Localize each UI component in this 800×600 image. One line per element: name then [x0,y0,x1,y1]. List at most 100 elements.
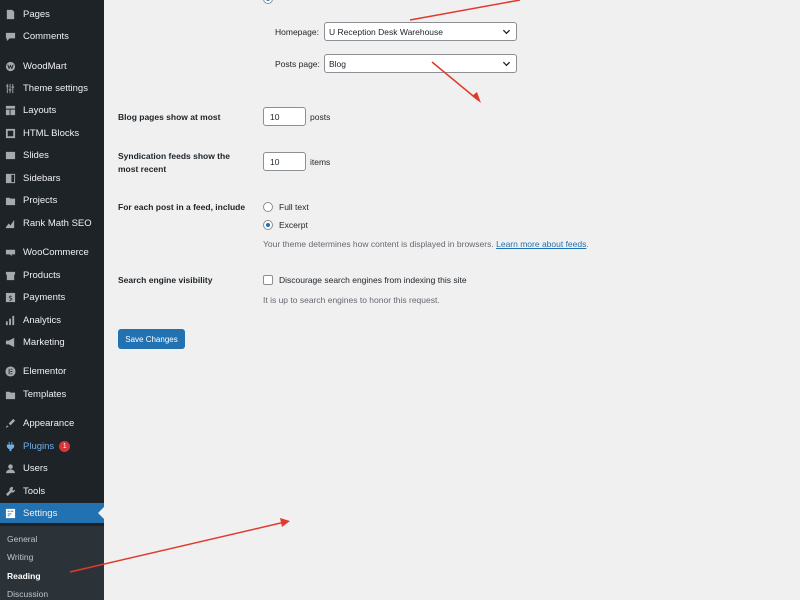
settings-submenu: General Writing Reading Discussion [0,526,104,600]
posts-page-select[interactable]: Blog [324,54,517,73]
plugins-icon [5,441,16,452]
settings-icon [5,508,16,519]
syndication-unit: items [310,157,331,167]
sidebar-item-tools[interactable]: Tools [0,481,104,501]
sidebar-item-label: Pages [23,8,50,20]
sidebar-item-projects[interactable]: Projects [0,190,104,210]
admin-sidebar: Pages Comments WoodMart Theme settings L… [0,0,104,600]
feed-description-period: . [586,239,589,249]
excerpt-radio[interactable] [263,220,273,230]
sidebar-item-label: Elementor [23,365,67,377]
full-text-label: Full text [279,202,309,212]
sidebar-item-label: Payments [23,291,66,303]
sidebar-item-label: Analytics [23,314,62,326]
blog-pages-label: Blog pages show at most [118,112,221,122]
sidebar-item-label: Products [23,269,61,281]
sidebar-item-label: Layouts [23,104,57,116]
submenu-item-writing[interactable]: Writing [7,552,33,562]
html-blocks-icon [5,128,16,139]
full-text-radio[interactable] [263,202,273,212]
marketing-icon [5,337,16,348]
sidebar-item-products[interactable]: Products [0,265,104,285]
sidebar-item-users[interactable]: Users [0,458,104,478]
layouts-icon [5,105,16,116]
sidebar-item-slides[interactable]: Slides [0,145,104,165]
static-page-radio[interactable] [263,0,273,4]
sidebar-item-layouts[interactable]: Layouts [0,100,104,120]
sidebars-icon [5,173,16,184]
chevron-down-icon [502,29,511,35]
elementor-icon [5,365,16,377]
sidebar-item-label: Slides [23,149,49,161]
svg-text:$: $ [8,293,13,302]
sidebar-item-rank-math-seo[interactable]: Rank Math SEO [0,213,104,233]
projects-icon [5,195,16,206]
sidebar-item-woocommerce[interactable]: WooCommerce [0,242,104,262]
sidebar-item-label: Appearance [23,417,75,429]
templates-icon [5,389,16,400]
products-icon [5,270,16,281]
learn-more-feeds-link[interactable]: Learn more about feeds [496,239,586,249]
excerpt-label: Excerpt [279,220,308,230]
sidebar-item-html-blocks[interactable]: HTML Blocks [0,123,104,143]
sidebar-item-marketing[interactable]: Marketing [0,332,104,352]
save-changes-button[interactable]: Save Changes [118,329,185,349]
submenu-item-discussion[interactable]: Discussion [7,589,48,599]
slides-icon [5,150,16,161]
woocommerce-icon [5,247,16,258]
blog-pages-unit: posts [310,112,331,122]
sidebar-item-label: HTML Blocks [23,127,80,139]
search-visibility-description: It is up to search engines to honor this… [263,295,440,305]
sidebar-item-label: Sidebars [23,172,61,184]
sidebar-item-templates[interactable]: Templates [0,384,104,404]
syndication-label-line1: Syndication feeds show the [118,151,230,161]
sidebar-item-label: Plugins [23,440,55,452]
feed-content-label: For each post in a feed, include [118,202,246,212]
sidebar-item-theme-settings[interactable]: Theme settings [0,78,104,98]
sidebar-item-settings[interactable]: Settings [0,503,104,523]
sidebar-item-analytics[interactable]: Analytics [0,310,104,330]
homepage-label: Homepage: [275,27,319,37]
sidebar-item-elementor[interactable]: Elementor [0,361,104,381]
update-count-badge: 1 [59,440,71,452]
discourage-search-label: Discourage search engines from indexing … [279,275,467,285]
sidebar-item-label: Comments [23,30,69,42]
sidebar-item-appearance[interactable]: Appearance [0,413,104,433]
sidebar-item-label: Settings [23,507,58,519]
sidebar-item-payments[interactable]: $ Payments [0,287,104,307]
discourage-search-checkbox[interactable] [263,275,273,285]
sidebar-item-label: Projects [23,194,58,206]
syndication-input[interactable]: 10 [263,152,306,171]
theme-settings-icon [5,83,16,94]
sidebar-item-pages[interactable]: Pages [0,4,104,24]
posts-page-label: Posts page: [275,59,320,69]
sidebar-item-label: Tools [23,485,46,497]
sidebar-item-label: Theme settings [23,82,88,94]
blog-pages-input[interactable]: 10 [263,107,306,126]
sidebar-item-label: Users [23,462,48,474]
syndication-value: 10 [270,156,280,167]
blog-pages-value: 10 [270,111,280,122]
submenu-item-general[interactable]: General [7,534,37,544]
appearance-icon [5,418,16,429]
sidebar-item-label: WoodMart [23,60,67,72]
sidebar-item-label: Rank Math SEO [23,217,92,229]
sidebar-item-plugins[interactable]: Plugins 1 [0,436,104,456]
homepage-select[interactable]: U Reception Desk Warehouse [324,22,517,41]
homepage-selected-value: U Reception Desk Warehouse [329,26,444,37]
sidebar-item-label: WooCommerce [23,246,89,258]
settings-form: Homepage: U Reception Desk Warehouse Pos… [104,0,800,600]
users-icon [5,463,16,474]
woodmart-icon [5,61,16,72]
tools-icon [5,486,16,497]
submenu-item-reading[interactable]: Reading [7,571,41,581]
posts-page-selected-value: Blog [329,58,347,69]
sidebar-item-label: Marketing [23,336,65,348]
comments-icon [5,31,16,42]
pages-icon [5,9,16,20]
sidebar-item-comments[interactable]: Comments [0,26,104,46]
rank-math-icon [5,218,16,229]
sidebar-item-sidebars[interactable]: Sidebars [0,168,104,188]
sidebar-item-woodmart[interactable]: WoodMart [0,56,104,76]
payments-icon: $ [5,292,16,303]
